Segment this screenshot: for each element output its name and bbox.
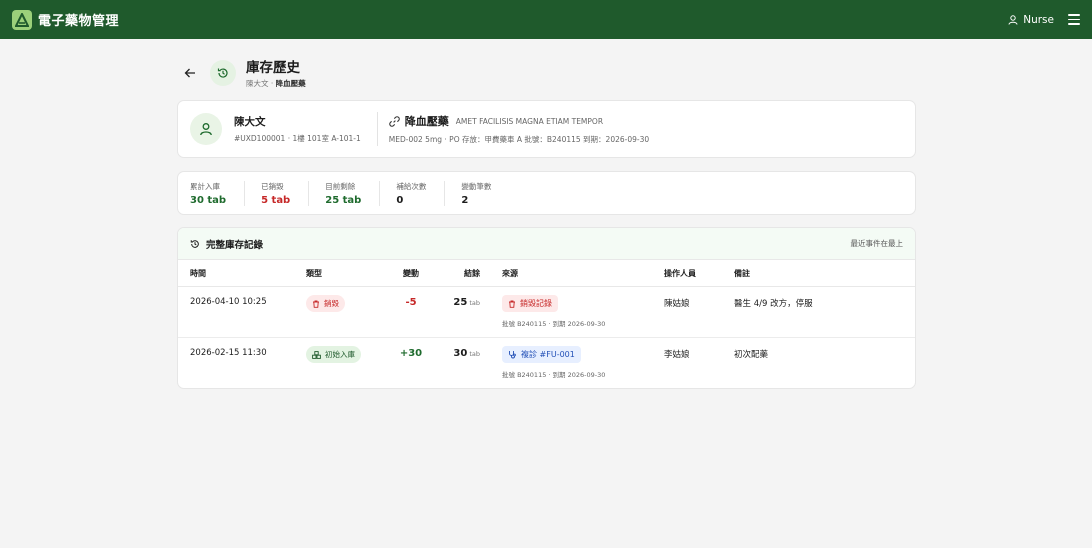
column-header-change: 變動 xyxy=(403,269,419,278)
row-change: -5 xyxy=(405,297,417,308)
records-title: 完整庫存記錄 xyxy=(206,239,264,251)
type-label: 銷毀 xyxy=(324,299,339,308)
history-icon xyxy=(210,59,236,86)
stat-destroyed: 已銷毀 5 tab xyxy=(261,180,310,206)
table-header-row: 時間 類型 變動 結餘 來源 操作人員 備註 xyxy=(178,260,915,287)
stat-refill-count: 補給次數 0 xyxy=(396,180,446,206)
medication-details: MED-002 5mg · PO 存放：甲費藥車 A 批號：B240115 到期… xyxy=(388,135,650,144)
type-badge-initial-stock: 初始入庫 xyxy=(306,346,361,363)
stethoscope-icon xyxy=(509,351,516,359)
trash-icon xyxy=(313,300,319,308)
source-label: 複診 #FU-001 xyxy=(521,350,575,359)
source-link-follow-up[interactable]: 複診 #FU-001 xyxy=(502,346,581,363)
column-header-time: 時間 xyxy=(190,269,206,278)
user-menu[interactable]: Nurse xyxy=(1008,14,1054,26)
row-balance: 25 xyxy=(453,297,468,308)
row-unit: tab xyxy=(469,350,480,358)
history-icon xyxy=(190,239,199,248)
column-header-operator: 操作人員 xyxy=(664,269,696,278)
patient-id-location: #UXD100001 · 1樓 101室 A-101-1 xyxy=(234,134,361,143)
row-change: +30 xyxy=(399,348,423,359)
row-time: 2026-02-15 11:30 xyxy=(190,348,267,358)
patient-info: 陳大文 #UXD100001 · 1樓 101室 A-101-1 xyxy=(234,114,361,144)
arrow-left-icon xyxy=(184,68,195,77)
row-note: 初次配藥 xyxy=(734,350,769,360)
breadcrumb-medication: 降血壓藥 xyxy=(275,79,306,88)
patient-name: 陳大文 xyxy=(234,116,266,128)
column-header-balance: 結餘 xyxy=(464,269,480,278)
row-unit: tab xyxy=(469,299,480,307)
stat-change-count: 變動筆數 2 xyxy=(461,181,509,206)
patient-medication-card: 陳大文 #UXD100001 · 1樓 101室 A-101-1 降血壓藥 AM… xyxy=(177,100,916,158)
page-header: 庫存歷史 陳大文 · 降血壓藥 xyxy=(180,56,306,89)
back-button[interactable] xyxy=(180,63,200,83)
trash-icon xyxy=(509,300,515,308)
breadcrumb: 陳大文 · 降血壓藥 xyxy=(246,78,306,89)
type-label: 初始入庫 xyxy=(325,350,355,359)
source-label: 銷毀記錄 xyxy=(520,299,552,308)
top-bar: 電子藥物管理 Nurse xyxy=(0,0,1092,39)
table-row: 2026-04-10 10:25 銷毀 -5 25 tab 銷毀記錄 批號 B24… xyxy=(178,287,915,338)
column-header-type: 類型 xyxy=(306,269,322,278)
stat-value: 2 xyxy=(461,194,469,206)
divider xyxy=(376,112,378,146)
stat-total-in: 累計入庫 30 tab xyxy=(190,180,246,206)
brand[interactable]: 電子藥物管理 xyxy=(12,9,120,30)
inventory-records-card: 完整庫存記錄 最近事件在最上 時間 類型 變動 結餘 來源 操作人員 備註 20… xyxy=(177,227,916,389)
stat-value: 0 xyxy=(396,194,404,206)
hamburger-menu-icon[interactable] xyxy=(1068,14,1080,25)
boxes-icon xyxy=(312,350,321,359)
column-header-note: 備註 xyxy=(734,269,750,278)
records-header: 完整庫存記錄 最近事件在最上 xyxy=(178,228,915,260)
source-batch-expiry: 批號 B240115 · 到期 2026-09-30 xyxy=(502,320,606,328)
app-logo-icon xyxy=(12,9,32,30)
medication-info: 降血壓藥 AMET FACILISIS MAGNA ETIAM TEMPOR M… xyxy=(389,113,649,145)
user-icon xyxy=(1008,14,1018,25)
stock-summary-card: 累計入庫 30 tab 已銷毀 5 tab 目前剩餘 25 tab 補給次數 0… xyxy=(177,171,916,215)
page-title: 庫存歷史 xyxy=(246,60,300,76)
app-title: 電子藥物管理 xyxy=(38,14,120,29)
stat-label: 變動筆數 xyxy=(461,181,492,191)
column-header-source: 來源 xyxy=(502,269,518,278)
stat-value: 25 tab xyxy=(325,194,362,206)
sort-note: 最近事件在最上 xyxy=(850,239,904,248)
breadcrumb-separator: · xyxy=(268,79,276,88)
stat-label: 累計入庫 xyxy=(190,181,220,191)
source-batch-expiry: 批號 B240115 · 到期 2026-09-30 xyxy=(502,371,606,379)
row-operator: 李姑娘 xyxy=(664,350,690,360)
row-time: 2026-04-10 10:25 xyxy=(190,297,267,307)
stat-remaining: 目前剩餘 25 tab xyxy=(325,180,381,206)
stat-value: 30 tab xyxy=(190,194,227,206)
row-note: 醫生 4/9 改方，停服 xyxy=(734,299,813,309)
medication-name: 降血壓藥 xyxy=(404,115,449,128)
table-row: 2026-02-15 11:30 初始入庫 +30 30 tab 複診 #FU-0… xyxy=(178,338,915,388)
stat-label: 目前剩餘 xyxy=(325,181,356,191)
stat-label: 已銷毀 xyxy=(261,181,284,191)
link-icon xyxy=(389,115,400,127)
row-balance: 30 xyxy=(453,348,468,359)
row-operator: 陳姑娘 xyxy=(664,299,690,309)
breadcrumb-patient[interactable]: 陳大文 xyxy=(246,79,269,88)
stat-label: 補給次數 xyxy=(396,181,427,191)
type-badge-destroy: 銷毀 xyxy=(306,295,345,312)
user-name: Nurse xyxy=(1023,13,1054,26)
patient-avatar-icon xyxy=(190,113,222,145)
medication-english-name: AMET FACILISIS MAGNA ETIAM TEMPOR xyxy=(455,116,604,126)
source-link-destroy-record[interactable]: 銷毀記錄 xyxy=(502,295,558,312)
stat-value: 5 tab xyxy=(261,194,291,206)
